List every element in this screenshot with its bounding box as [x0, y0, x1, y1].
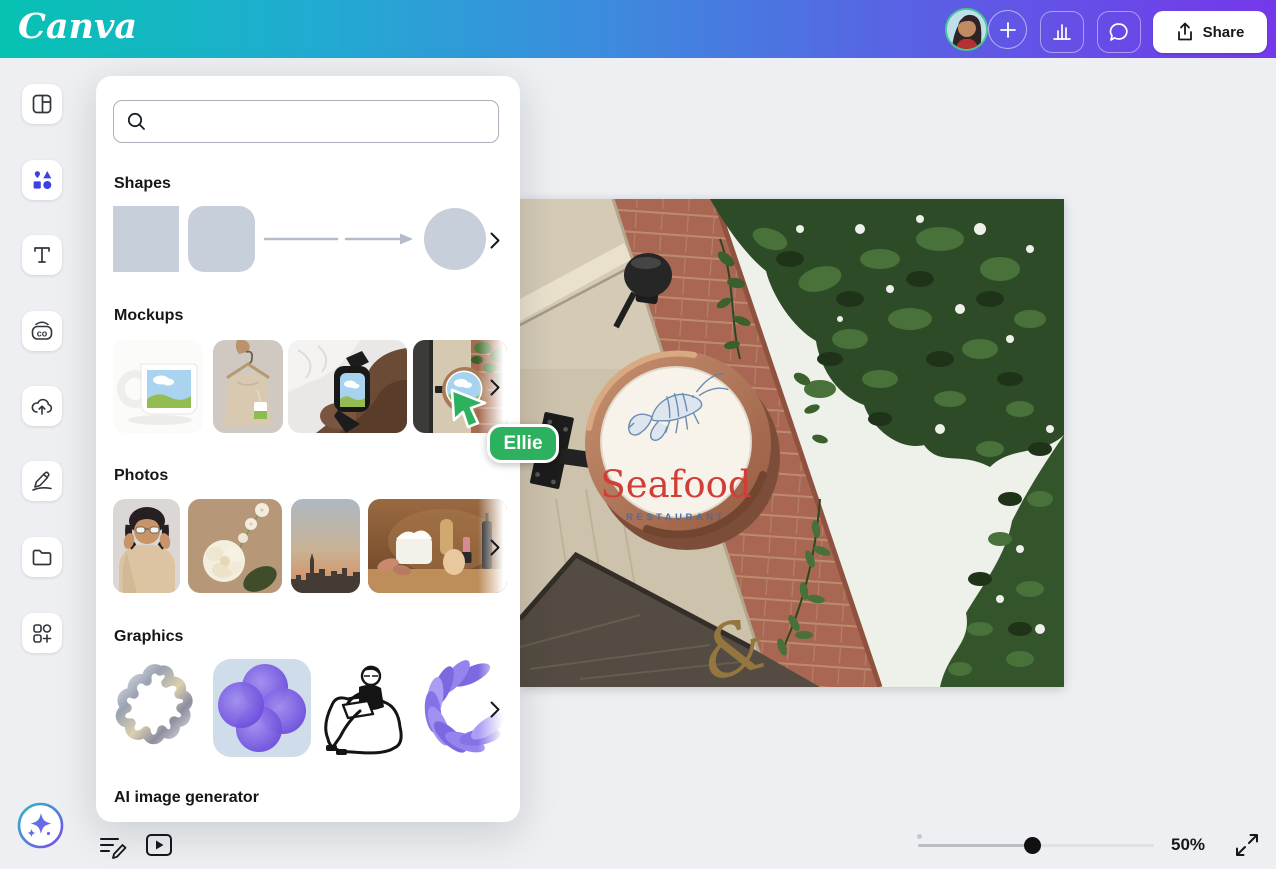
present-button[interactable]: [145, 832, 173, 858]
apps-icon: [30, 621, 54, 645]
section-title-ai-generator[interactable]: AI image generator: [114, 789, 259, 807]
city-skyline-photo[interactable]: [291, 499, 360, 593]
collaborator-name: Ellie: [503, 433, 542, 455]
comments-button[interactable]: [1097, 11, 1141, 53]
draw-pen-icon: [29, 468, 55, 494]
magic-sparkle-icon: [17, 802, 64, 849]
sign-title-text: Seafood: [600, 463, 751, 506]
sidebar-item-draw[interactable]: [22, 461, 62, 501]
section-title-photos: Photos: [114, 467, 168, 485]
section-title-graphics: Graphics: [114, 628, 183, 646]
share-label: Share: [1203, 24, 1245, 41]
smartwatch-mockup[interactable]: [288, 340, 407, 433]
text-icon: [30, 243, 54, 267]
graphics-row: [113, 659, 507, 757]
search-box[interactable]: [113, 100, 499, 143]
chevron-right-icon: [492, 702, 499, 716]
sidebar-item-text[interactable]: [22, 235, 62, 275]
photos-more-button[interactable]: [486, 538, 504, 556]
expand-icon: [1234, 832, 1260, 858]
sidebar-item-elements[interactable]: [22, 160, 62, 200]
design-icon: [30, 92, 54, 116]
sidebar-item-brand[interactable]: co: [22, 311, 62, 351]
share-upload-icon: [1176, 22, 1194, 42]
notes-icon: [98, 832, 128, 860]
woman-sunglasses-photo[interactable]: [113, 499, 180, 593]
white-flowers-photo[interactable]: [188, 499, 282, 593]
elements-panel: Shapes Mockups: [96, 76, 520, 822]
avatar-image: [947, 10, 986, 49]
chevron-right-icon: [492, 540, 499, 554]
line-shape[interactable]: [263, 232, 339, 246]
arrow-shape[interactable]: [344, 232, 416, 246]
mockups-row: [113, 340, 507, 433]
search-icon: [126, 111, 147, 132]
ai-assistant-button[interactable]: [17, 802, 64, 849]
chevron-right-icon: [492, 233, 499, 247]
avatar[interactable]: [945, 8, 988, 51]
person-laptop-graphic[interactable]: [318, 659, 408, 757]
sign-subtitle-text: RESTAURANT: [626, 512, 726, 523]
chrome-star-graphic[interactable]: [113, 659, 207, 757]
zoom-level[interactable]: 50%: [1171, 835, 1205, 855]
insights-button[interactable]: [1040, 11, 1084, 53]
shapes-more-button[interactable]: [486, 231, 504, 249]
share-button[interactable]: Share: [1153, 11, 1267, 53]
section-title-shapes: Shapes: [114, 175, 171, 193]
seafood-sign-photo: & Seafood RESTAURANT: [520, 199, 1064, 687]
uploads-cloud-icon: [29, 393, 55, 419]
fullscreen-button[interactable]: [1234, 832, 1260, 858]
insights-chart-icon: [1051, 21, 1073, 43]
purple-swirl-graphic[interactable]: [213, 659, 311, 757]
top-bar: Canva Share: [0, 0, 1276, 58]
search-input[interactable]: [155, 101, 498, 142]
comments-bubble-icon: [1107, 20, 1131, 44]
brand-icon: co: [29, 318, 55, 344]
zoom-slider-thumb[interactable]: [1024, 837, 1041, 854]
canva-logo[interactable]: Canva: [18, 6, 137, 47]
collaborator-name-badge: Ellie: [487, 424, 559, 463]
graphics-more-button[interactable]: [486, 700, 504, 718]
rounded-square-shape[interactable]: [188, 206, 255, 272]
sidebar-item-projects[interactable]: [22, 537, 62, 577]
projects-folder-icon: [30, 545, 54, 569]
plus-icon: [999, 21, 1017, 39]
tshirt-hanger-mockup[interactable]: [213, 340, 283, 433]
canvas-design-image[interactable]: & Seafood RESTAURANT: [520, 199, 1064, 687]
notes-button[interactable]: [98, 832, 128, 860]
mug-mockup[interactable]: [113, 340, 203, 433]
add-member-button[interactable]: [988, 10, 1027, 49]
chevron-right-icon: [492, 380, 499, 394]
collaborator-cursor-icon: [450, 388, 490, 430]
sidebar-item-design[interactable]: [22, 84, 62, 124]
shapes-row: [113, 206, 503, 273]
sidebar-item-apps[interactable]: [22, 613, 62, 653]
circle-shape[interactable]: [424, 208, 486, 270]
zoom-slider-filled: [918, 844, 1032, 847]
elements-icon: [30, 168, 54, 192]
section-title-mockups: Mockups: [114, 307, 183, 325]
zoom-reset-tick[interactable]: [917, 834, 922, 839]
square-shape[interactable]: [113, 206, 179, 272]
svg-text:co: co: [37, 328, 48, 338]
photos-row: [113, 499, 507, 593]
present-play-icon: [145, 832, 173, 858]
sidebar-item-uploads[interactable]: [22, 386, 62, 426]
